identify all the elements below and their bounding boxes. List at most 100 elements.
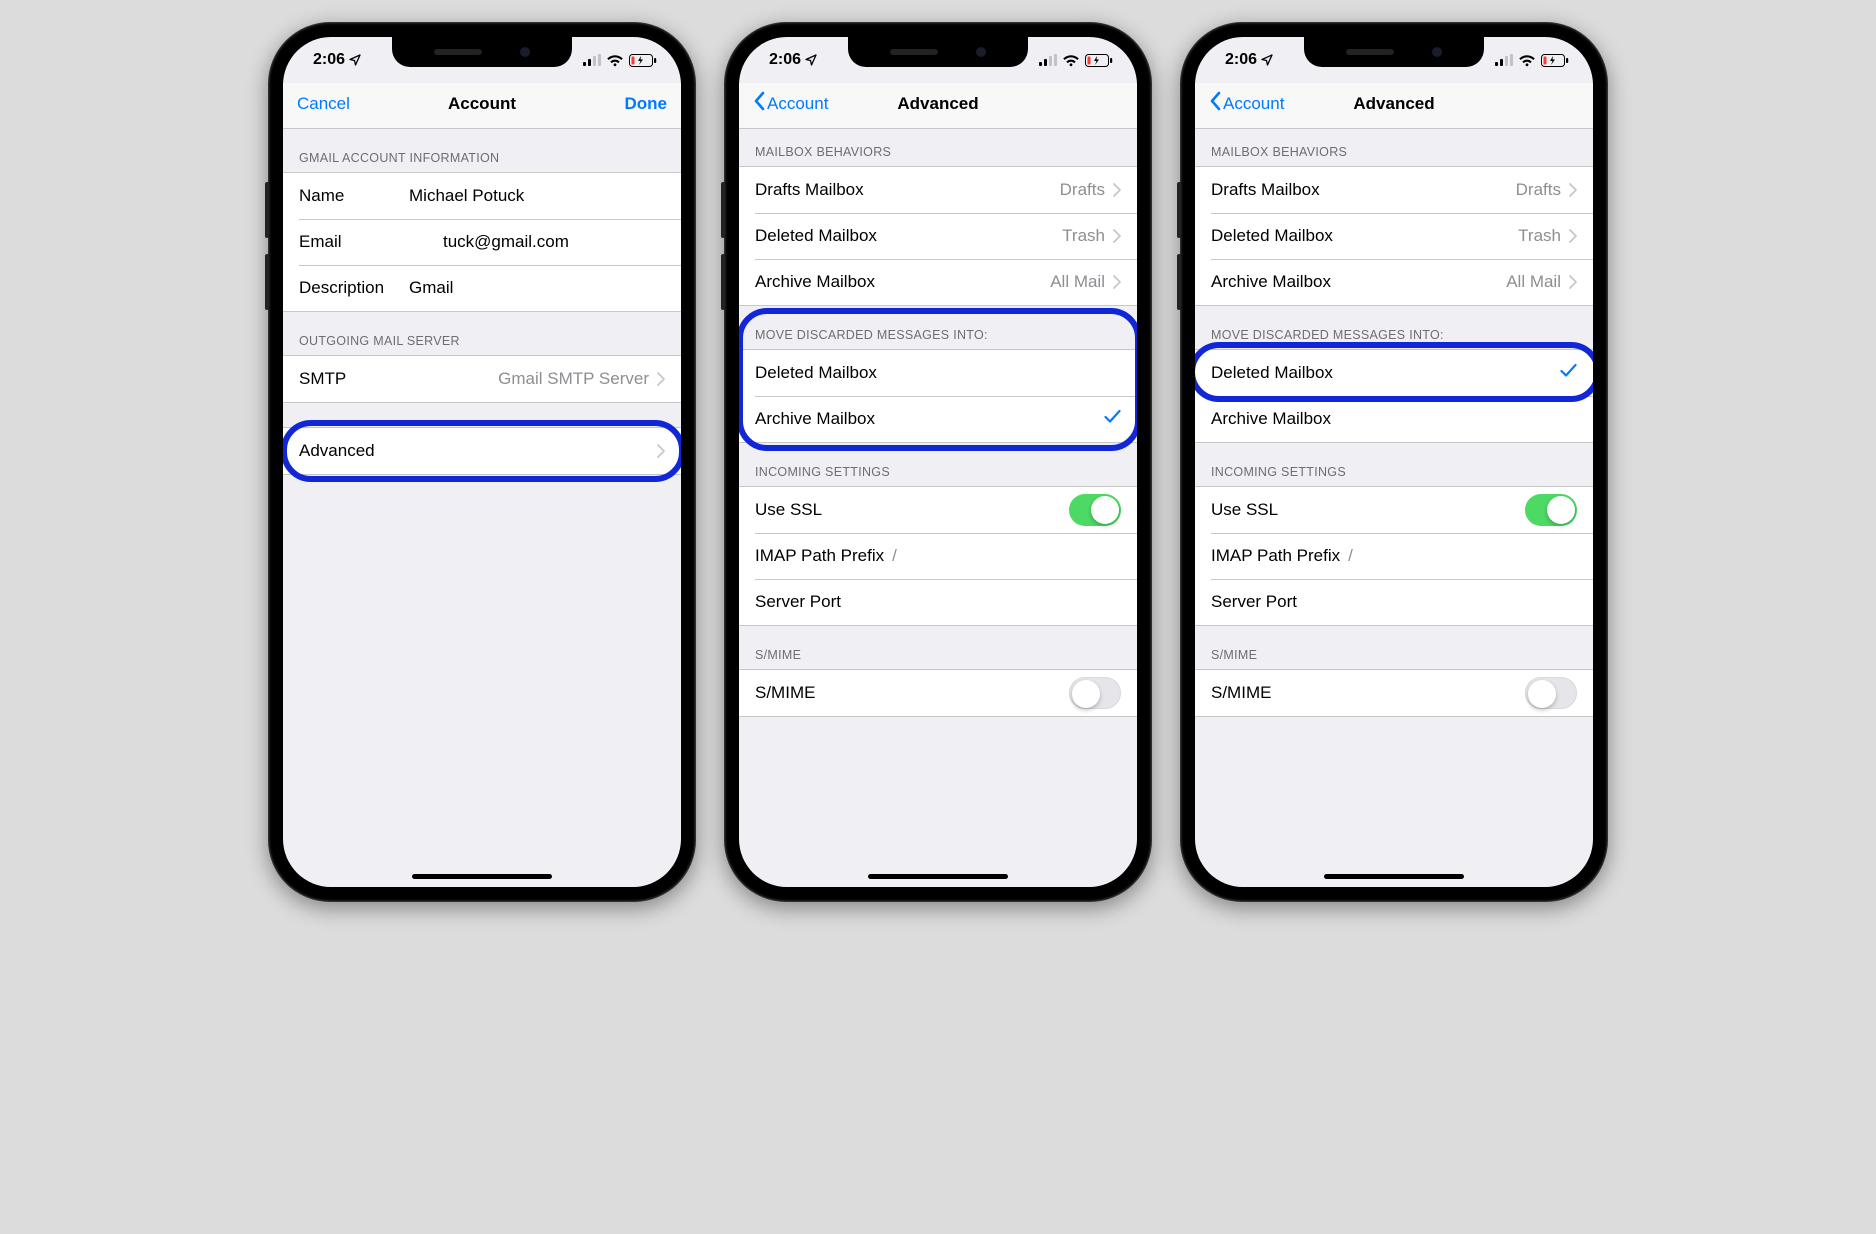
wifi-icon <box>1062 54 1080 67</box>
check-icon <box>1104 408 1121 430</box>
row-smime[interactable]: S/MIME <box>739 670 1137 716</box>
section-header-behaviors: MAILBOX BEHAVIORS <box>739 129 1137 166</box>
imap-prefix-value: / <box>1348 546 1353 566</box>
deleted-value: Trash <box>1062 226 1105 246</box>
row-imap-prefix[interactable]: IMAP Path Prefix / <box>1195 533 1593 579</box>
section-header-smime: S/MIME <box>739 626 1137 669</box>
location-icon <box>805 54 817 66</box>
back-button[interactable]: Account <box>1207 87 1286 120</box>
use-ssl-label: Use SSL <box>1211 500 1278 520</box>
row-advanced[interactable]: Advanced <box>283 428 681 474</box>
row-deleted[interactable]: Deleted Mailbox Trash <box>739 213 1137 259</box>
smime-label: S/MIME <box>755 683 815 703</box>
home-indicator[interactable] <box>868 874 1008 879</box>
drafts-label: Drafts Mailbox <box>1211 180 1320 200</box>
use-ssl-toggle[interactable] <box>1525 494 1577 526</box>
deleted-value: Trash <box>1518 226 1561 246</box>
row-use-ssl[interactable]: Use SSL <box>739 487 1137 533</box>
email-label: Email <box>299 232 387 252</box>
phone-advanced-deleted: 2:06 Account Advanced MAILBOX BEHAVIORS … <box>1180 22 1608 902</box>
wifi-icon <box>606 54 624 67</box>
email-value: tuck@gmail.com <box>409 232 665 252</box>
chevron-right-icon <box>1569 183 1577 197</box>
status-time: 2:06 <box>1225 51 1257 69</box>
section-header-behaviors: MAILBOX BEHAVIORS <box>1195 129 1593 166</box>
name-value: Michael Potuck <box>409 186 665 206</box>
imap-prefix-value: / <box>892 546 897 566</box>
check-icon <box>1560 362 1577 384</box>
row-opt-archive[interactable]: Archive Mailbox <box>1195 396 1593 442</box>
chevron-right-icon <box>657 372 665 386</box>
row-drafts[interactable]: Drafts Mailbox Drafts <box>1195 167 1593 213</box>
back-button[interactable]: Account <box>751 87 830 120</box>
section-header-account-info: GMAIL ACCOUNT INFORMATION <box>283 129 681 172</box>
chevron-right-icon <box>1569 229 1577 243</box>
desc-label: Description <box>299 278 387 298</box>
row-email[interactable]: Email tuck@gmail.com <box>283 219 681 265</box>
phone-account: 2:06 Cancel Account Done GMAIL ACCOUNT I… <box>268 22 696 902</box>
drafts-label: Drafts Mailbox <box>755 180 864 200</box>
row-smime[interactable]: S/MIME <box>1195 670 1593 716</box>
status-time: 2:06 <box>313 51 345 69</box>
status-time: 2:06 <box>769 51 801 69</box>
navbar: Cancel Account Done <box>283 83 681 129</box>
done-button[interactable]: Done <box>623 90 670 118</box>
chevron-left-icon <box>1209 91 1221 116</box>
drafts-value: Drafts <box>1516 180 1561 200</box>
opt-deleted-label: Deleted Mailbox <box>1211 363 1333 383</box>
row-opt-deleted[interactable]: Deleted Mailbox <box>1195 350 1593 396</box>
deleted-label: Deleted Mailbox <box>1211 226 1333 246</box>
signal-icon <box>1495 54 1513 66</box>
row-server-port[interactable]: Server Port <box>739 579 1137 625</box>
imap-prefix-label: IMAP Path Prefix <box>1211 546 1340 566</box>
server-port-label: Server Port <box>755 592 841 612</box>
desc-value: Gmail <box>409 278 665 298</box>
navbar: Account Advanced <box>739 83 1137 129</box>
row-opt-archive[interactable]: Archive Mailbox <box>739 396 1137 442</box>
row-use-ssl[interactable]: Use SSL <box>1195 487 1593 533</box>
row-imap-prefix[interactable]: IMAP Path Prefix / <box>739 533 1137 579</box>
archive-label: Archive Mailbox <box>755 272 875 292</box>
battery-icon <box>629 54 657 67</box>
row-server-port[interactable]: Server Port <box>1195 579 1593 625</box>
smtp-value: Gmail SMTP Server <box>498 369 649 389</box>
notch <box>392 37 572 67</box>
cancel-button[interactable]: Cancel <box>295 90 352 118</box>
location-icon <box>349 54 361 66</box>
home-indicator[interactable] <box>412 874 552 879</box>
smime-toggle[interactable] <box>1525 677 1577 709</box>
wifi-icon <box>1518 54 1536 67</box>
smime-toggle[interactable] <box>1069 677 1121 709</box>
row-smtp[interactable]: SMTP Gmail SMTP Server <box>283 356 681 402</box>
location-icon <box>1261 54 1273 66</box>
chevron-right-icon <box>657 444 665 458</box>
drafts-value: Drafts <box>1060 180 1105 200</box>
use-ssl-toggle[interactable] <box>1069 494 1121 526</box>
row-description[interactable]: Description Gmail <box>283 265 681 311</box>
deleted-label: Deleted Mailbox <box>755 226 877 246</box>
row-archive[interactable]: Archive Mailbox All Mail <box>739 259 1137 305</box>
battery-icon <box>1541 54 1569 67</box>
advanced-label: Advanced <box>299 441 375 461</box>
row-opt-deleted[interactable]: Deleted Mailbox <box>739 350 1137 396</box>
section-header-move: MOVE DISCARDED MESSAGES INTO: <box>1195 306 1593 349</box>
chevron-right-icon <box>1113 275 1121 289</box>
chevron-right-icon <box>1569 275 1577 289</box>
row-name[interactable]: Name Michael Potuck <box>283 173 681 219</box>
imap-prefix-label: IMAP Path Prefix <box>755 546 884 566</box>
opt-deleted-label: Deleted Mailbox <box>755 363 877 383</box>
home-indicator[interactable] <box>1324 874 1464 879</box>
row-archive[interactable]: Archive Mailbox All Mail <box>1195 259 1593 305</box>
archive-label: Archive Mailbox <box>1211 272 1331 292</box>
row-deleted[interactable]: Deleted Mailbox Trash <box>1195 213 1593 259</box>
chevron-right-icon <box>1113 229 1121 243</box>
name-label: Name <box>299 186 387 206</box>
back-label: Account <box>1223 94 1284 114</box>
archive-value: All Mail <box>1506 272 1561 292</box>
chevron-left-icon <box>753 91 765 116</box>
navbar: Account Advanced <box>1195 83 1593 129</box>
back-label: Account <box>767 94 828 114</box>
row-drafts[interactable]: Drafts Mailbox Drafts <box>739 167 1137 213</box>
smime-label: S/MIME <box>1211 683 1271 703</box>
phone-advanced-archive: 2:06 Account Advanced MAILBOX BEHAVIORS … <box>724 22 1152 902</box>
